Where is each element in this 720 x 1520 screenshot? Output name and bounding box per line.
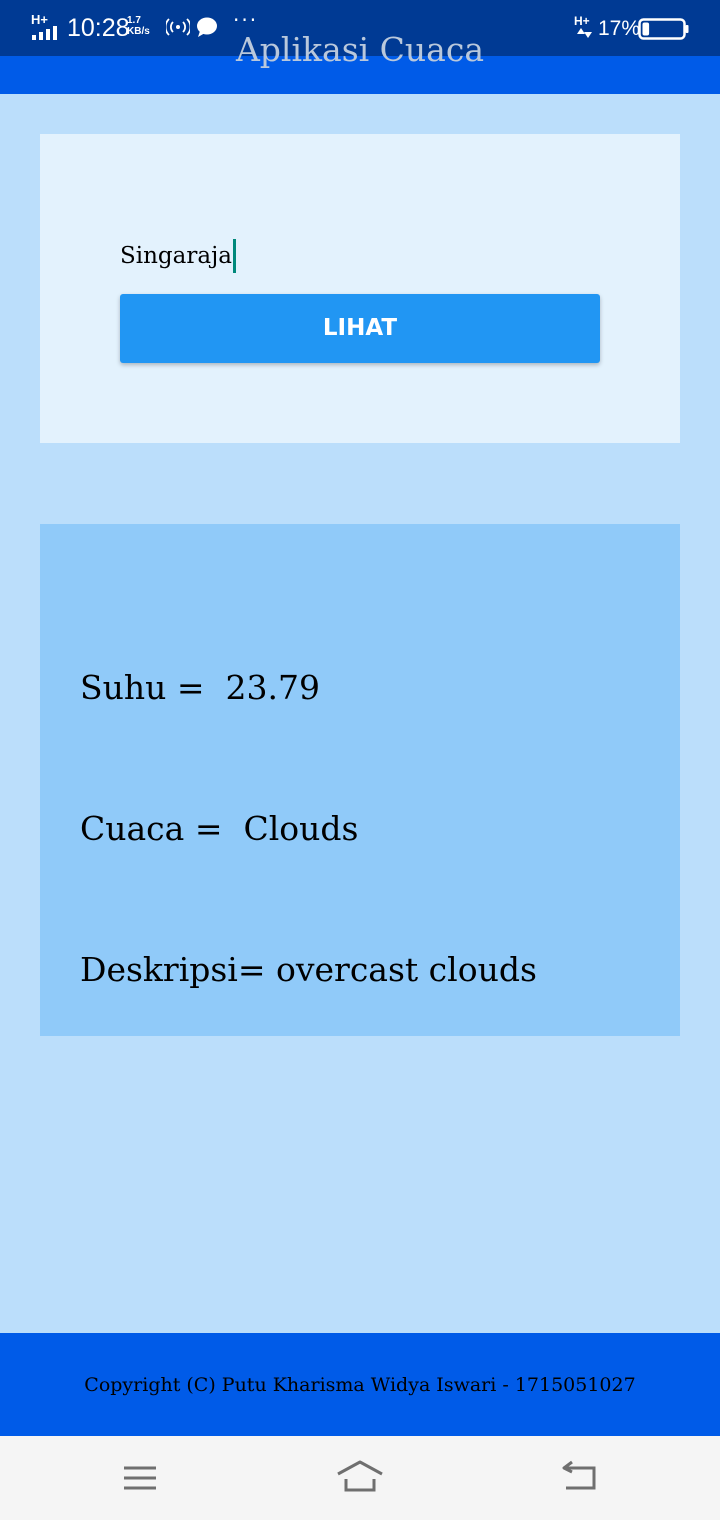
footer: Copyright (C) Putu Kharisma Widya Iswari… <box>0 1333 720 1436</box>
temperature-row: Suhu = 23.79 <box>80 664 537 711</box>
city-input-value: Singaraja <box>120 243 232 269</box>
weather-value: Clouds <box>232 809 359 848</box>
temperature-label: Suhu = <box>80 668 215 707</box>
description-label: Deskripsi= <box>80 950 266 989</box>
back-icon[interactable] <box>558 1456 602 1500</box>
svg-text:H+: H+ <box>574 14 590 28</box>
city-input[interactable]: Singaraja <box>120 238 236 274</box>
copyright-text: Copyright (C) Putu Kharisma Widya Iswari… <box>84 1374 636 1396</box>
system-navigation-bar <box>0 1436 720 1520</box>
svg-text:H+: H+ <box>31 13 48 27</box>
network-speed-value: 1.7 <box>127 15 141 26</box>
search-card: Singaraja LIHAT <box>40 134 680 443</box>
weather-result-card: Suhu = 23.79 Cuaca = Clouds Deskripsi= o… <box>40 524 680 1036</box>
lihat-button[interactable]: LIHAT <box>120 294 600 363</box>
text-cursor <box>232 239 236 273</box>
home-icon[interactable] <box>336 1456 384 1500</box>
description-row: Deskripsi= overcast clouds <box>80 946 537 993</box>
weather-result-text: Suhu = 23.79 Cuaca = Clouds Deskripsi= o… <box>80 570 537 1087</box>
temperature-value: 23.79 <box>215 668 320 707</box>
description-value: overcast clouds <box>265 950 537 989</box>
weather-row: Cuaca = Clouds <box>80 805 537 852</box>
menu-icon[interactable] <box>118 1456 162 1500</box>
app-title: Aplikasi Cuaca <box>235 30 485 69</box>
weather-label: Cuaca = <box>80 809 233 848</box>
